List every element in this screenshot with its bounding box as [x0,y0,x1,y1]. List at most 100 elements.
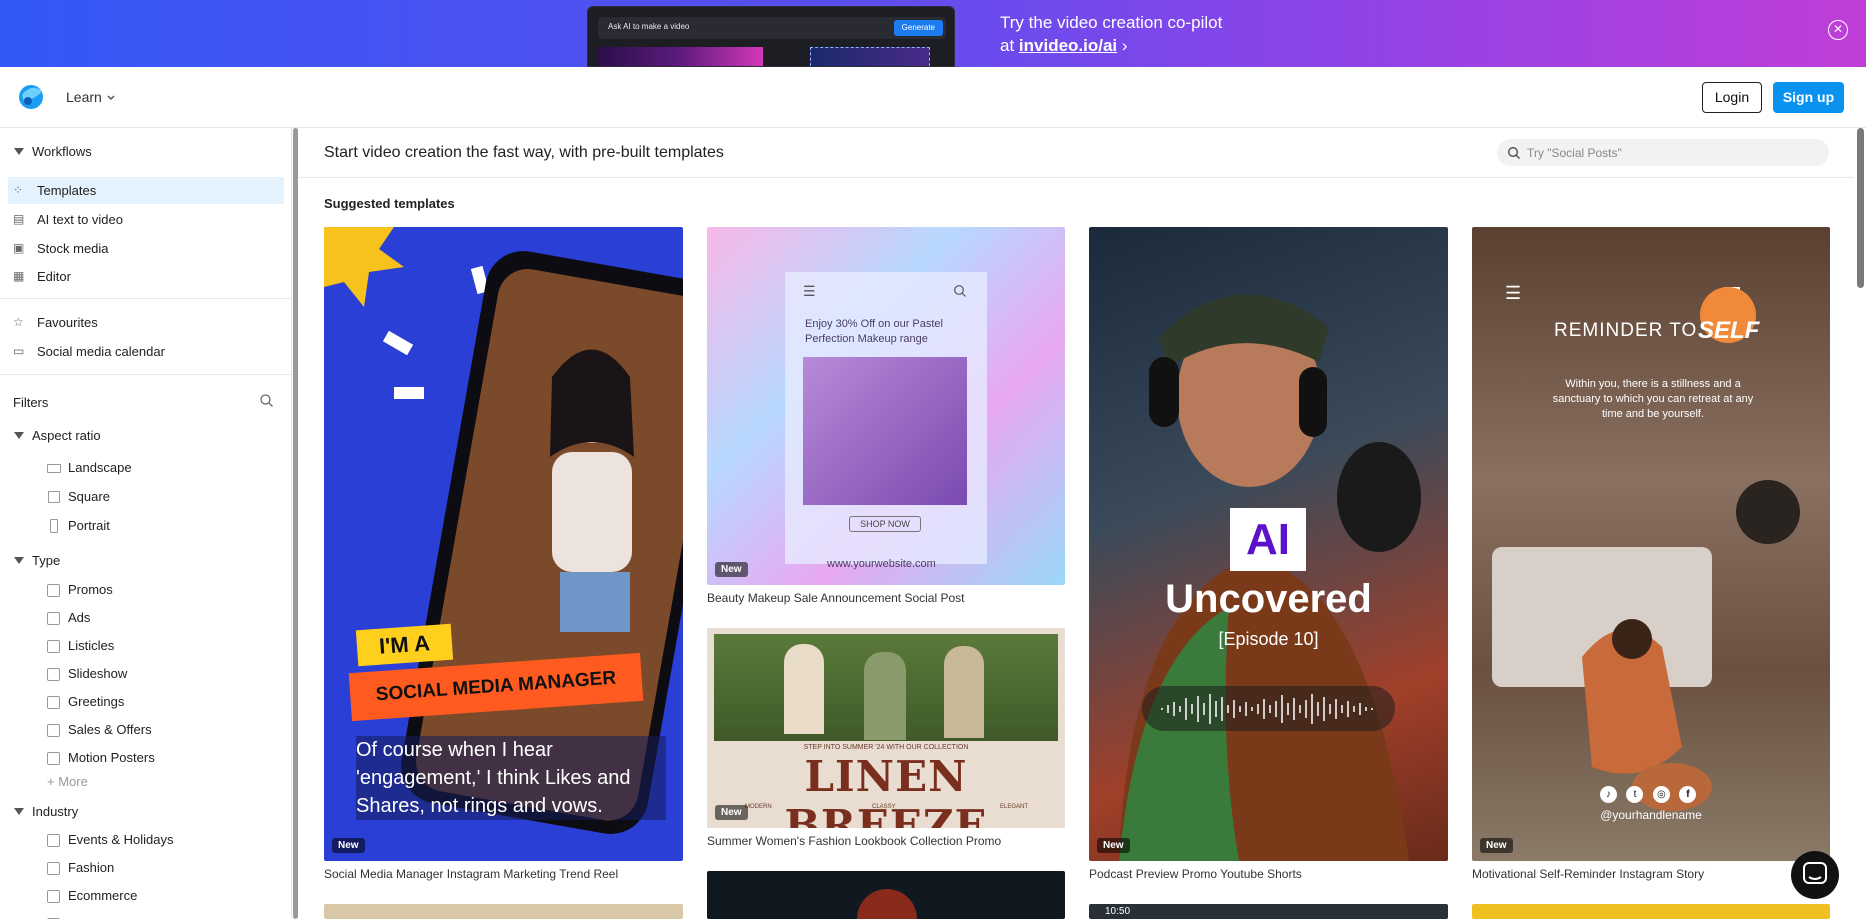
overlay-text: Within you, there is a stillness and a s… [1552,378,1754,420]
banner-line2-prefix: at [1000,36,1019,55]
option-label: Ecommerce [68,888,138,903]
option-label: Slideshow [68,666,128,681]
learn-menu[interactable]: Learn [66,89,102,105]
main-scrollbar[interactable] [1857,128,1864,288]
chat-support-button[interactable] [1791,851,1839,899]
workflows-section-toggle[interactable]: Workflows [14,144,92,159]
checkbox[interactable] [47,612,60,625]
type-section-toggle[interactable]: Type [14,553,60,568]
checkbox[interactable] [47,724,60,737]
option-label: Listicles [68,638,115,653]
option-label: Landscape [68,460,132,475]
type-sales-offers-checkbox[interactable]: Sales & Offers [47,721,152,741]
promo-banner[interactable]: Ask AI to make a video Generate Try the … [0,0,1866,67]
sidebar-item-label: Stock media [37,241,109,256]
search-placeholder: Try "Social Posts" [1527,146,1622,160]
overlay-text: [Episode 10] [1218,629,1319,649]
collapse-triangle-icon [14,432,24,439]
close-banner-button[interactable]: ✕ [1828,20,1848,40]
template-caption[interactable]: Podcast Preview Promo Youtube Shorts [1089,867,1302,881]
login-button[interactable]: Login [1702,82,1762,113]
type-ads-checkbox[interactable]: Ads [47,609,90,629]
checkbox[interactable] [47,584,60,597]
filters-title: Filters [13,395,49,410]
overlay-text: LINEN BREEZE [784,752,988,828]
template-card-partial[interactable]: 10:50 [1089,904,1448,919]
checkbox[interactable] [47,668,60,681]
type-greetings-checkbox[interactable]: Greetings [47,693,124,713]
template-card-social-media-manager[interactable]: I'M A SOCIAL MEDIA MANAGER Of course whe… [324,227,683,861]
chevron-down-icon [107,95,115,101]
checkbox[interactable] [47,696,60,709]
template-caption[interactable]: Motivational Self-Reminder Instagram Sto… [1472,867,1704,881]
industry-fashion-checkbox[interactable]: Fashion [47,859,114,879]
template-card-partial[interactable] [324,904,683,919]
tiktok-icon: ♪ [1600,786,1617,803]
website-text: www.yourwebsite.com [827,558,936,570]
template-caption[interactable]: Summer Women's Fashion Lookbook Collecti… [707,834,1001,848]
type-slideshow-checkbox[interactable]: Slideshow [47,665,127,685]
type-promos-checkbox[interactable]: Promos [47,581,113,601]
banner-line1: Try the video creation co-pilot [1000,13,1223,32]
industry-section-toggle[interactable]: Industry [14,804,78,819]
chevron-right-icon: › [1121,36,1128,55]
aspect-ratio-section-toggle[interactable]: Aspect ratio [14,428,101,443]
checkbox[interactable] [47,890,60,903]
checkbox[interactable] [47,834,60,847]
search-icon [954,285,966,297]
sidebar-item-label: Templates [37,183,97,198]
sidebar-item-social-media-calendar[interactable]: ▭ Social media calendar [8,338,284,365]
option-label: Fashion [68,860,115,875]
audio-waveform [1142,686,1395,731]
invideo-logo[interactable] [16,81,46,111]
new-badge: New [715,805,748,820]
sidebar-item-ai-text-to-video[interactable]: ▤ AI text to video [8,206,284,233]
banner-thumb [598,47,763,66]
template-search-input[interactable]: Try "Social Posts" [1497,139,1829,166]
sidebar-scrollbar[interactable] [293,128,298,919]
more-label: More [58,774,88,789]
banner-link[interactable]: invideo.io/ai [1019,36,1117,55]
checkbox[interactable] [47,640,60,653]
overlay-text: ELEGANT [1000,804,1029,810]
industry-events-checkbox[interactable]: Events & Holidays [47,831,174,851]
sidebar-item-templates[interactable]: ⁘ Templates [8,177,284,204]
aspect-portrait-option[interactable]: Portrait [47,517,110,537]
option-label: Portrait [68,518,110,533]
signup-button[interactable]: Sign up [1773,82,1844,113]
aspect-square-option[interactable]: Square [47,488,110,508]
more-types-button[interactable]: + More [47,774,88,789]
template-card-linen-breeze[interactable]: STEP INTO SUMMER '24 WITH OUR COLLECTION… [707,628,1065,828]
industry-ecommerce-checkbox[interactable]: Ecommerce [47,887,137,907]
sidebar-item-stock-media[interactable]: ▣ Stock media [8,235,284,262]
type-motion-posters-checkbox[interactable]: Motion Posters [47,749,155,769]
overlay-text: REMINDER TO [1554,320,1698,341]
sidebar-item-editor[interactable]: ▦ Editor [8,263,284,290]
new-badge: New [1097,838,1130,853]
sidebar: Workflows ⁘ Templates ▤ AI text to video… [0,128,292,919]
search-icon[interactable] [259,393,274,408]
template-caption[interactable]: Beauty Makeup Sale Announcement Social P… [707,591,965,605]
template-card-podcast[interactable]: AI Uncovered [Episode 10] New [1089,227,1448,861]
checkbox[interactable] [47,862,60,875]
sidebar-item-label: AI text to video [37,212,123,227]
aspect-landscape-option[interactable]: Landscape [47,459,132,479]
product-image [803,357,967,505]
template-card-partial[interactable] [1472,904,1830,919]
type-listicles-checkbox[interactable]: Listicles [47,637,114,657]
industry-more-checkbox[interactable] [47,915,68,919]
calendar-icon: ▭ [13,344,25,358]
facebook-icon: f [1679,786,1697,803]
sidebar-item-favourites[interactable]: ☆ Favourites [8,309,284,336]
banner-text: Try the video creation co-pilot at invid… [1000,11,1222,57]
checkbox[interactable] [47,752,60,765]
option-label: Promos [68,582,113,597]
type-label: Type [32,553,61,568]
template-card-reminder-to-self[interactable]: ☰ REMINDER TO SELF Within you, there is … [1472,227,1830,861]
sidebar-item-label: Editor [37,269,71,284]
star-icon: ☆ [13,315,24,329]
template-card-beauty-makeup[interactable]: ☰ Enjoy 30% Off on our Pastel Perfection… [707,227,1065,585]
template-caption[interactable]: Social Media Manager Instagram Marketing… [324,867,618,881]
template-card-partial[interactable] [707,871,1065,919]
social-icons: ♪ t ◎ f [1600,784,1704,803]
